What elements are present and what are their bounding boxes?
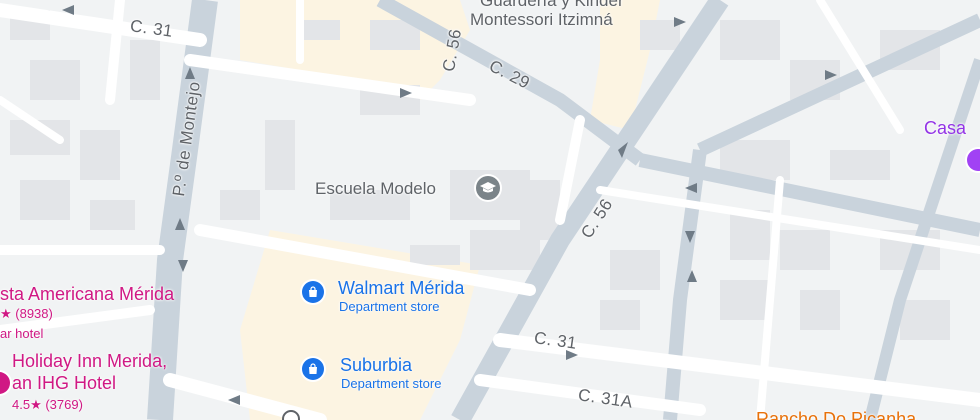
store-name-suburbia[interactable]: Suburbia — [340, 356, 412, 374]
store-name-walmart[interactable]: Walmart Mérida — [338, 279, 464, 297]
map-canvas[interactable]: C. 31 C. 56 C. 29 P.º de Montejo C. 56 C… — [0, 0, 980, 420]
place-label-rancho[interactable]: Rancho Do Picanha — [756, 410, 916, 420]
place-label-kinder-line2[interactable]: Montessori Itzimná — [470, 11, 613, 28]
place-label-casa[interactable]: Casa — [924, 119, 966, 137]
hotel-type-fiesta-americana: ar hotel — [0, 326, 44, 341]
hotel-name-holiday-inn-line2[interactable]: an IHG Hotel — [12, 374, 116, 392]
hotel-rating-fiesta-americana: ★ (8938) — [0, 306, 53, 321]
hotel-rating-holiday-inn: 4.5★ (3769) — [12, 397, 83, 412]
place-label-kinder-line1[interactable]: Guardería y Kinder — [480, 0, 624, 9]
shopping-bag-icon[interactable] — [302, 281, 324, 303]
store-category-walmart: Department store — [339, 299, 440, 314]
shopping-bag-icon[interactable] — [302, 358, 324, 380]
place-label-escuela-modelo[interactable]: Escuela Modelo — [315, 180, 436, 197]
store-category-suburbia: Department store — [341, 376, 442, 391]
hotel-name-fiesta-americana[interactable]: sta Americana Mérida — [0, 285, 174, 303]
school-icon[interactable] — [476, 176, 500, 200]
hotel-name-holiday-inn-line1[interactable]: Holiday Inn Merida, — [12, 352, 167, 370]
